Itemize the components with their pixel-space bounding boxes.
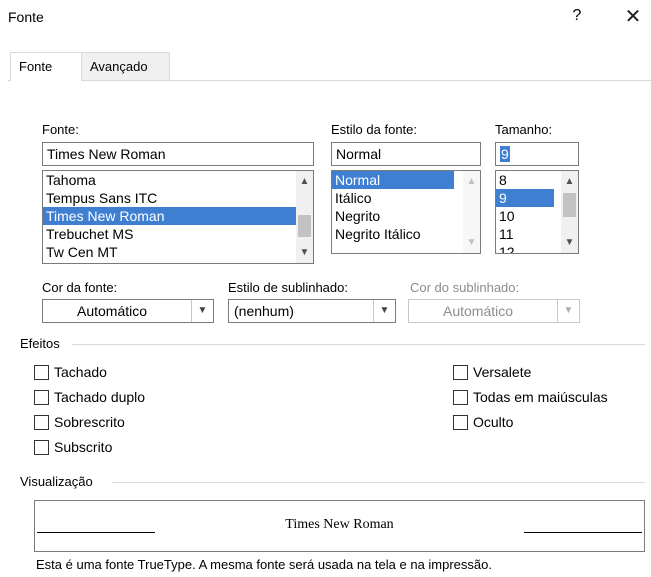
checkbox-subscrito[interactable]: [34, 440, 49, 455]
checkbox-label[interactable]: Oculto: [473, 414, 513, 430]
style-list-scrollbar: ▲ ▼: [463, 171, 480, 253]
font-label: Fonte:: [42, 122, 79, 137]
checkbox-tachado-duplo[interactable]: [34, 390, 49, 405]
checkbox-label[interactable]: Tachado duplo: [54, 389, 145, 405]
font-list[interactable]: Tahoma Tempus Sans ITC Times New Roman T…: [42, 170, 314, 264]
underline-style-dropdown[interactable]: (nenhum) ▼: [228, 299, 396, 323]
size-list-scrollbar[interactable]: ▲ ▼: [561, 171, 578, 253]
scroll-up-icon: ▲: [466, 176, 477, 187]
checkbox-label[interactable]: Sobrescrito: [54, 414, 125, 430]
underline-color-dropdown: Automático ▼: [408, 299, 580, 323]
underline-color-value: Automático: [443, 303, 514, 319]
underline-color-label: Cor do sublinhado:: [410, 280, 520, 295]
list-item[interactable]: 9: [496, 189, 554, 207]
underline-style-value: (nenhum): [234, 303, 294, 319]
chevron-down-icon[interactable]: ▼: [373, 300, 395, 322]
scroll-up-icon[interactable]: ▲: [561, 173, 578, 190]
help-button[interactable]: ?: [567, 7, 587, 25]
title-bar: [0, 0, 651, 38]
font-preview: Times New Roman: [34, 500, 645, 552]
list-item[interactable]: Negrito: [332, 207, 480, 225]
font-size-input[interactable]: 9: [495, 142, 579, 166]
scrollbar-thumb[interactable]: [298, 215, 311, 237]
font-color-value: Automático: [77, 303, 148, 319]
scrollbar-thumb[interactable]: [563, 193, 576, 217]
font-color-label: Cor da fonte:: [42, 280, 118, 295]
font-size-value: 9: [500, 146, 510, 162]
list-item[interactable]: Negrito Itálico: [332, 225, 480, 243]
font-style-input[interactable]: Normal: [331, 142, 481, 166]
scroll-down-icon[interactable]: ▼: [296, 244, 313, 261]
tab-label: Fonte: [19, 59, 53, 74]
checkbox-label[interactable]: Versalete: [473, 364, 531, 380]
scroll-down-icon: ▼: [466, 237, 477, 248]
checkbox-label[interactable]: Todas em maiúsculas: [473, 389, 608, 405]
preview-divider: [112, 482, 645, 483]
preview-label: Visualização: [20, 474, 93, 489]
checkbox-label[interactable]: Tachado: [54, 364, 107, 380]
list-item[interactable]: Tw Cen MT: [43, 243, 313, 261]
checkbox-oculto[interactable]: [453, 415, 468, 430]
chevron-down-icon[interactable]: ▼: [191, 300, 213, 322]
checkbox-versalete[interactable]: [453, 365, 468, 380]
checkbox-label[interactable]: Subscrito: [54, 439, 112, 455]
dialog-title: Fonte: [8, 9, 44, 25]
close-button[interactable]: ✕: [620, 4, 646, 29]
effects-label: Efeitos: [20, 336, 60, 351]
font-color-dropdown[interactable]: Automático ▼: [42, 299, 214, 323]
list-item[interactable]: Itálico: [332, 189, 480, 207]
list-item[interactable]: Tahoma: [43, 171, 313, 189]
size-label: Tamanho:: [495, 122, 553, 137]
list-item[interactable]: Times New Roman: [43, 207, 313, 225]
preview-sample-text: Times New Roman: [285, 517, 394, 532]
font-name-input[interactable]: Times New Roman: [42, 142, 314, 166]
font-list-scrollbar[interactable]: ▲ ▼: [296, 171, 313, 263]
tab-label: Avançado: [90, 59, 148, 74]
chevron-down-icon: ▼: [557, 300, 579, 322]
list-item[interactable]: Normal: [332, 171, 454, 189]
scroll-up-icon[interactable]: ▲: [296, 173, 313, 190]
checkbox-sobrescrito[interactable]: [34, 415, 49, 430]
underline-style-label: Estilo de sublinhado:: [228, 280, 348, 295]
preview-baseline-right: [524, 532, 642, 533]
font-size-list[interactable]: 8 9 10 11 12 ▲ ▼: [495, 170, 579, 254]
list-item[interactable]: Tempus Sans ITC: [43, 189, 313, 207]
style-label: Estilo da fonte:: [331, 122, 417, 137]
checkbox-todas-maiusculas[interactable]: [453, 390, 468, 405]
scroll-down-icon[interactable]: ▼: [561, 234, 578, 251]
effects-divider: [72, 344, 645, 345]
font-type-note: Esta é uma fonte TrueType. A mesma fonte…: [36, 557, 492, 572]
font-style-list[interactable]: Normal Itálico Negrito Negrito Itálico ▲…: [331, 170, 481, 254]
tab-avancado[interactable]: Avançado: [82, 52, 170, 81]
checkbox-tachado[interactable]: [34, 365, 49, 380]
tab-fonte[interactable]: Fonte: [10, 52, 82, 82]
list-item[interactable]: Trebuchet MS: [43, 225, 313, 243]
